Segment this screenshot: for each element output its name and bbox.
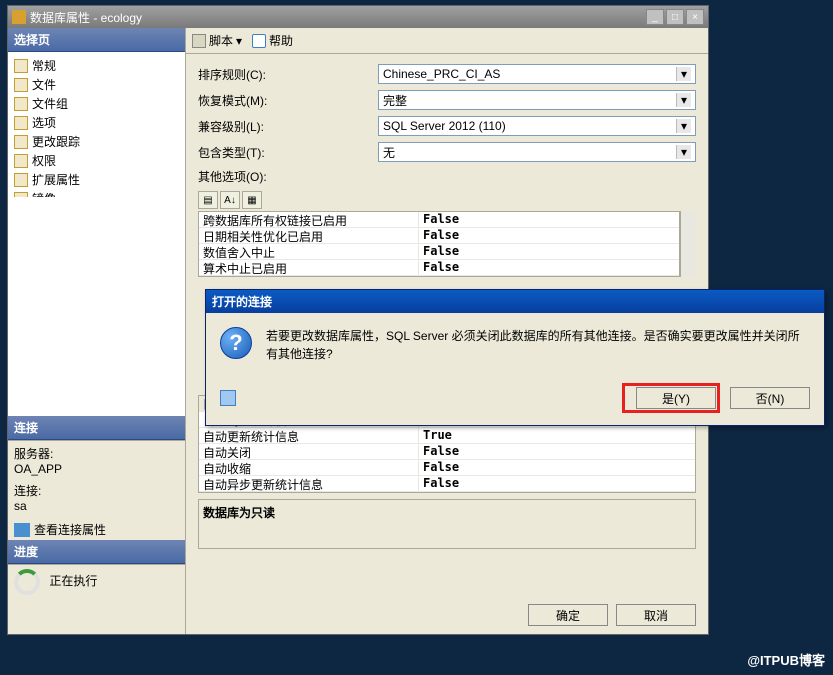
spinner-icon <box>14 569 40 595</box>
compat-label: 兼容级别(L): <box>198 118 378 135</box>
minimize-button[interactable]: _ <box>646 9 664 25</box>
connection-value: sa <box>14 499 179 513</box>
close-button[interactable]: × <box>686 9 704 25</box>
nav-filegroups[interactable]: 文件组 <box>12 94 181 113</box>
other-label: 其他选项(O): <box>198 168 378 185</box>
nav-changetracking[interactable]: 更改跟踪 <box>12 132 181 151</box>
alphabetical-button[interactable]: A↓ <box>220 191 240 209</box>
dropdown-icon: ▾ <box>676 93 691 107</box>
prop-row[interactable]: 自动更新统计信息True <box>199 428 695 444</box>
contain-select[interactable]: 无▾ <box>378 142 696 162</box>
server-value: OA_APP <box>14 462 179 476</box>
prop-row[interactable]: 自动收缩False <box>199 460 695 476</box>
titlebar[interactable]: 数据库属性 - ecology _ □ × <box>8 6 708 28</box>
prop-row[interactable]: 算术中止已启用False <box>199 260 679 276</box>
app-icon <box>12 10 26 24</box>
page-icon <box>14 154 28 168</box>
help-icon <box>252 34 266 48</box>
copy-icon[interactable] <box>220 390 236 406</box>
left-pane: 选择页 常规 文件 文件组 选项 更改跟踪 权限 扩展属性 镜像 事务日志传送 … <box>8 28 186 634</box>
page-icon <box>14 173 28 187</box>
collation-label: 排序规则(C): <box>198 66 378 83</box>
help-button[interactable]: 帮助 <box>252 32 293 49</box>
prop-row[interactable]: 自动关闭False <box>199 444 695 460</box>
recovery-select[interactable]: 完整▾ <box>378 90 696 110</box>
select-page-header: 选择页 <box>8 28 185 52</box>
nav-general[interactable]: 常规 <box>12 56 181 75</box>
script-icon <box>192 34 206 48</box>
prop-row[interactable]: 自动异步更新统计信息False <box>199 476 695 492</box>
contain-label: 包含类型(T): <box>198 144 378 161</box>
question-icon: ? <box>220 327 252 359</box>
dropdown-icon: ▾ <box>676 119 691 133</box>
compat-select[interactable]: SQL Server 2012 (110)▾ <box>378 116 696 136</box>
nav-list: 常规 文件 文件组 选项 更改跟踪 权限 扩展属性 镜像 事务日志传送 <box>8 52 185 197</box>
watermark: @ITPUB博客 <box>747 650 825 669</box>
window-title: 数据库属性 - ecology <box>30 9 646 26</box>
connection-header: 连接 <box>8 416 185 440</box>
progress-header: 进度 <box>8 540 185 564</box>
page-icon <box>14 78 28 92</box>
highlight-annotation: 是(Y) <box>622 383 720 413</box>
dialog-title[interactable]: 打开的连接 <box>206 290 824 313</box>
recovery-label: 恢复模式(M): <box>198 92 378 109</box>
script-button[interactable]: 脚本▾ <box>192 32 242 49</box>
dropdown-icon: ▾ <box>676 67 691 81</box>
confirm-dialog: 打开的连接 ? 若要更改数据库属性，SQL Server 必须关闭此数据库的所有… <box>205 289 825 426</box>
collation-select[interactable]: Chinese_PRC_CI_AS▾ <box>378 64 696 84</box>
server-label: 服务器: <box>14 445 179 462</box>
nav-options[interactable]: 选项 <box>12 113 181 132</box>
ok-button[interactable]: 确定 <box>528 604 608 626</box>
maximize-button[interactable]: □ <box>666 9 684 25</box>
connection-label: 连接: <box>14 482 179 499</box>
yes-button[interactable]: 是(Y) <box>636 387 716 409</box>
page-icon <box>14 135 28 149</box>
prop-row[interactable]: 数值舍入中止False <box>199 244 679 260</box>
toolbar: 脚本▾ 帮助 <box>186 28 708 54</box>
description-box: 数据库为只读 <box>198 499 696 549</box>
progress-section: 正在执行 <box>8 564 185 634</box>
page-icon <box>14 59 28 73</box>
grid-toolbar: ▤ A↓ ▦ <box>198 191 696 209</box>
page-icon <box>14 116 28 130</box>
nav-files[interactable]: 文件 <box>12 75 181 94</box>
connection-icon <box>14 523 30 537</box>
description-title: 数据库为只读 <box>203 504 691 521</box>
property-grid-upper[interactable]: 跨数据库所有权链接已启用False 日期相关性优化已启用False 数值舍入中止… <box>198 211 680 277</box>
page-icon <box>14 97 28 111</box>
progress-text: 正在执行 <box>49 574 97 588</box>
nav-permissions[interactable]: 权限 <box>12 151 181 170</box>
categorized-button[interactable]: ▤ <box>198 191 218 209</box>
prop-row[interactable]: 日期相关性优化已启用False <box>199 228 679 244</box>
connection-section: 服务器: OA_APP 连接: sa 查看连接属性 <box>8 440 185 540</box>
grid-button[interactable]: ▦ <box>242 191 262 209</box>
scrollbar[interactable] <box>680 211 696 277</box>
cancel-button[interactable]: 取消 <box>616 604 696 626</box>
no-button[interactable]: 否(N) <box>730 387 810 409</box>
dialog-message: 若要更改数据库属性，SQL Server 必须关闭此数据库的所有其他连接。是否确… <box>266 327 810 363</box>
dropdown-icon: ▾ <box>676 145 691 159</box>
view-connection-link[interactable]: 查看连接属性 <box>14 521 179 538</box>
prop-row[interactable]: 跨数据库所有权链接已启用False <box>199 212 679 228</box>
nav-extprops[interactable]: 扩展属性 <box>12 170 181 189</box>
